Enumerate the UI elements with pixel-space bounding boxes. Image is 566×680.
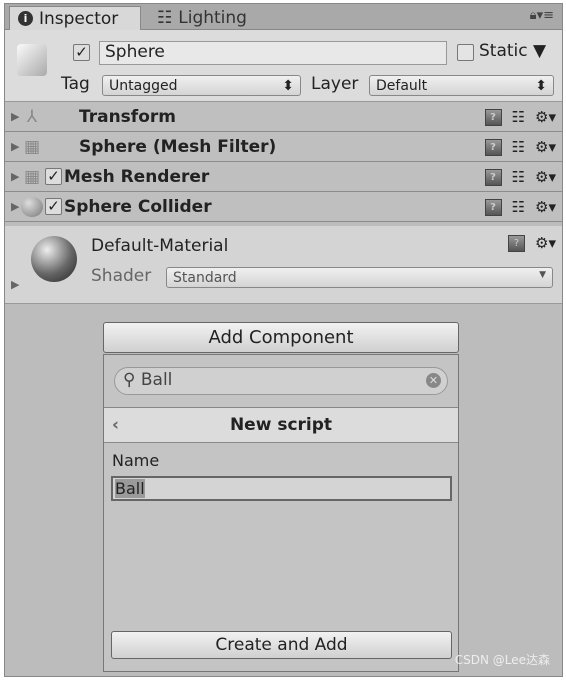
- expand-arrow-icon[interactable]: ▶: [5, 200, 21, 213]
- tab-lighting[interactable]: ☷ Lighting: [149, 6, 255, 30]
- gear-icon[interactable]: ⚙▾: [535, 138, 556, 156]
- expand-arrow-icon[interactable]: ▶: [5, 170, 21, 183]
- inspector-window: i Inspector ☷ Lighting 🔒︎▾≡ ✓ Sphere Stati…: [4, 3, 563, 677]
- help-icon[interactable]: ?: [508, 234, 526, 252]
- transform-icon: ⅄: [26, 106, 38, 127]
- shader-dropdown[interactable]: Standard ▼: [166, 267, 553, 288]
- preset-icon[interactable]: ☷: [512, 108, 525, 126]
- enabled-checkbox[interactable]: ✓: [45, 168, 62, 185]
- shader-label: Shader: [91, 266, 152, 286]
- gameobject-cube-icon: [17, 44, 47, 76]
- tab-bar: i Inspector ☷ Lighting 🔒︎▾≡: [5, 4, 562, 30]
- expand-arrow-icon[interactable]: ▶: [5, 140, 21, 153]
- add-component-popup: ⚲ Ball ✕ ‹ New script Name Ball Create and…: [103, 354, 459, 672]
- lock-menu-icon[interactable]: 🔒︎▾≡: [530, 8, 554, 23]
- expand-arrow-icon[interactable]: ▶: [5, 278, 21, 291]
- tag-dropdown[interactable]: Untagged ⬍: [102, 75, 301, 96]
- help-icon[interactable]: ?: [484, 138, 502, 156]
- layer-dropdown[interactable]: Default ⬍: [369, 75, 554, 96]
- gear-icon[interactable]: ⚙▾: [535, 234, 556, 252]
- sliders-icon: ☷: [157, 8, 173, 28]
- clear-search-icon[interactable]: ✕: [426, 373, 441, 388]
- expand-arrow-icon[interactable]: ▶: [5, 110, 21, 123]
- material-sphere-icon: [31, 236, 77, 282]
- preset-icon[interactable]: ☷: [512, 168, 525, 186]
- layer-label: Layer: [311, 74, 359, 94]
- preset-icon[interactable]: ☷: [512, 198, 525, 216]
- component-row[interactable]: ▶ ✓ Sphere Collider? ☷ ⚙▾: [5, 192, 562, 222]
- watermark: CSDN @Lee达森: [454, 653, 550, 667]
- gear-icon[interactable]: ⚙▾: [535, 198, 556, 216]
- help-icon[interactable]: ?: [484, 108, 502, 126]
- sphere-collider-icon: [21, 196, 43, 217]
- preset-icon[interactable]: ☷: [512, 138, 525, 156]
- back-arrow-icon[interactable]: ‹: [112, 408, 119, 442]
- component-row[interactable]: ▶ ▦ Sphere (Mesh Filter)? ☷ ⚙▾: [5, 132, 562, 162]
- help-icon[interactable]: ?: [484, 198, 502, 216]
- add-component-button[interactable]: Add Component: [103, 322, 459, 353]
- help-icon[interactable]: ?: [484, 168, 502, 186]
- enabled-checkbox[interactable]: ✓: [45, 198, 62, 215]
- info-icon: i: [18, 11, 33, 26]
- script-name-label: Name: [112, 451, 160, 470]
- search-icon: ⚲: [123, 370, 136, 390]
- component-label: Sphere (Mesh Filter): [79, 136, 277, 157]
- component-label: Transform: [79, 106, 176, 127]
- new-script-header: ‹ New script: [104, 407, 458, 443]
- gear-icon[interactable]: ⚙▾: [535, 108, 556, 126]
- active-checkbox[interactable]: ✓: [73, 44, 90, 61]
- static-dropdown[interactable]: Static ▼: [479, 41, 546, 61]
- gear-icon[interactable]: ⚙▾: [535, 168, 556, 186]
- create-and-add-button[interactable]: Create and Add: [111, 631, 452, 659]
- material-name: Default-Material: [91, 236, 229, 256]
- material-section: ▶ Default-Material Shader Standard ▼ ? ⚙▾: [5, 226, 562, 304]
- component-search-input[interactable]: ⚲ Ball ✕: [114, 367, 448, 395]
- mesh-renderer-icon: ▦: [23, 166, 41, 187]
- component-label: Mesh Renderer: [64, 166, 210, 187]
- object-name-input[interactable]: Sphere: [99, 41, 447, 65]
- component-label: Sphere Collider: [64, 196, 212, 217]
- tab-inspector[interactable]: i Inspector: [9, 6, 141, 30]
- component-row[interactable]: ▶ ▦ ✓ Mesh Renderer? ☷ ⚙▾: [5, 162, 562, 192]
- script-name-input[interactable]: Ball: [111, 476, 452, 501]
- component-row[interactable]: ▶ ⅄ Transform? ☷ ⚙▾: [5, 102, 562, 132]
- mesh-filter-icon: ▦: [23, 136, 41, 157]
- tag-label: Tag: [61, 74, 90, 94]
- object-header: ✓ Sphere Static ▼ Tag Untagged ⬍ Layer De…: [5, 30, 562, 102]
- static-checkbox[interactable]: [457, 44, 474, 61]
